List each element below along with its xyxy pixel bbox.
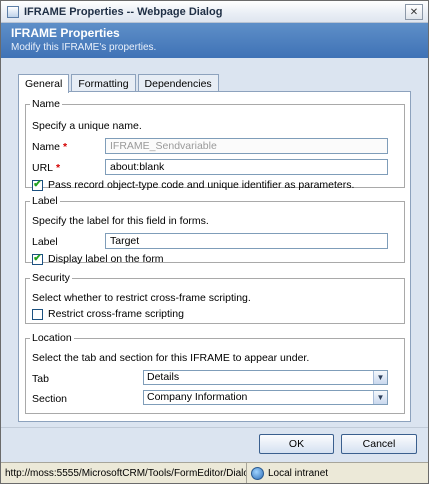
security-zone: Local intranet (247, 466, 329, 480)
tab-formatting[interactable]: Formatting (71, 74, 136, 92)
display-label-text: Display label on the form (48, 253, 164, 265)
general-tab-panel: Name Specify a unique name. Name * IFRAME… (18, 91, 411, 422)
location-section: Location Select the tab and section for … (25, 332, 405, 414)
label-section: Label Specify the label for this field i… (25, 195, 405, 265)
name-section-instruction: Specify a unique name. (32, 120, 142, 132)
url-required-marker: * (56, 162, 61, 174)
security-section: Security Select whether to restrict cros… (25, 272, 405, 324)
ok-button[interactable]: OK (259, 434, 334, 454)
cancel-button[interactable]: Cancel (341, 434, 417, 454)
globe-icon (251, 466, 264, 480)
window-title: IFRAME Properties -- Webpage Dialog (24, 5, 223, 18)
section-select-value: Company Information (147, 391, 248, 403)
name-section-legend: Name (32, 98, 61, 110)
name-label-text: Name (32, 141, 61, 153)
dialog-header-subtitle: Modify this IFRAME's properties. (11, 42, 157, 53)
name-field-label: Name * (32, 141, 67, 153)
pass-params-option[interactable]: ✔ Pass record object-type code and uniqu… (32, 179, 354, 191)
name-section: Name Specify a unique name. Name * IFRAME… (25, 98, 405, 191)
url-field-label: URL * (32, 162, 60, 174)
tab-select-value: Details (147, 371, 180, 383)
close-button[interactable]: ✕ (405, 4, 423, 20)
chevron-down-icon[interactable]: ▼ (373, 371, 387, 384)
status-url: http://moss:5555/MicrosoftCRM/Tools/Form… (1, 463, 247, 483)
title-bar[interactable]: IFRAME Properties -- Webpage Dialog ✕ (1, 1, 428, 23)
chevron-down-icon[interactable]: ▼ (373, 391, 387, 404)
label-field-label: Label (32, 236, 58, 248)
label-section-instruction: Specify the label for this field in form… (32, 215, 209, 227)
tab-select[interactable]: Details ▼ (143, 370, 388, 385)
section-field-label: Section (32, 393, 68, 405)
location-section-legend: Location (32, 332, 72, 344)
display-label-checkbox[interactable]: ✔ (32, 253, 43, 265)
security-zone-label: Local intranet (268, 467, 329, 479)
name-input[interactable]: IFRAME_Sendvariable (105, 138, 388, 154)
url-input[interactable]: about:blank (105, 159, 388, 175)
tab-general[interactable]: General (18, 74, 70, 93)
tab-dependencies[interactable]: Dependencies (137, 74, 219, 92)
restrict-scripting-checkbox[interactable] (32, 308, 43, 320)
security-section-legend: Security (32, 272, 70, 284)
dialog-footer: OK Cancel (1, 427, 428, 462)
tab-field-label: Tab (32, 373, 49, 385)
window-icon (7, 5, 19, 18)
pass-params-label: Pass record object-type code and unique … (48, 179, 355, 191)
restrict-scripting-option[interactable]: Restrict cross-frame scripting (32, 308, 184, 320)
label-section-legend: Label (32, 195, 58, 207)
label-input[interactable]: Target (105, 233, 388, 249)
location-section-instruction: Select the tab and section for this IFRA… (32, 352, 310, 364)
dialog-content: General Formatting Dependencies Name Spe… (1, 58, 428, 427)
name-required-marker: * (63, 141, 68, 153)
url-label-text: URL (32, 162, 54, 174)
dialog-header-title: IFRAME Properties (11, 26, 120, 40)
dialog-window: IFRAME Properties -- Webpage Dialog ✕ IF… (0, 0, 429, 484)
status-bar: http://moss:5555/MicrosoftCRM/Tools/Form… (1, 462, 428, 483)
display-label-option[interactable]: ✔ Display label on the form (32, 253, 164, 265)
security-section-instruction: Select whether to restrict cross-frame s… (32, 292, 251, 304)
dialog-header: IFRAME Properties Modify this IFRAME's p… (1, 23, 428, 58)
pass-params-checkbox[interactable]: ✔ (32, 179, 43, 191)
restrict-scripting-label: Restrict cross-frame scripting (48, 308, 184, 320)
tab-strip: General Formatting Dependencies (18, 74, 221, 93)
section-select[interactable]: Company Information ▼ (143, 390, 388, 405)
